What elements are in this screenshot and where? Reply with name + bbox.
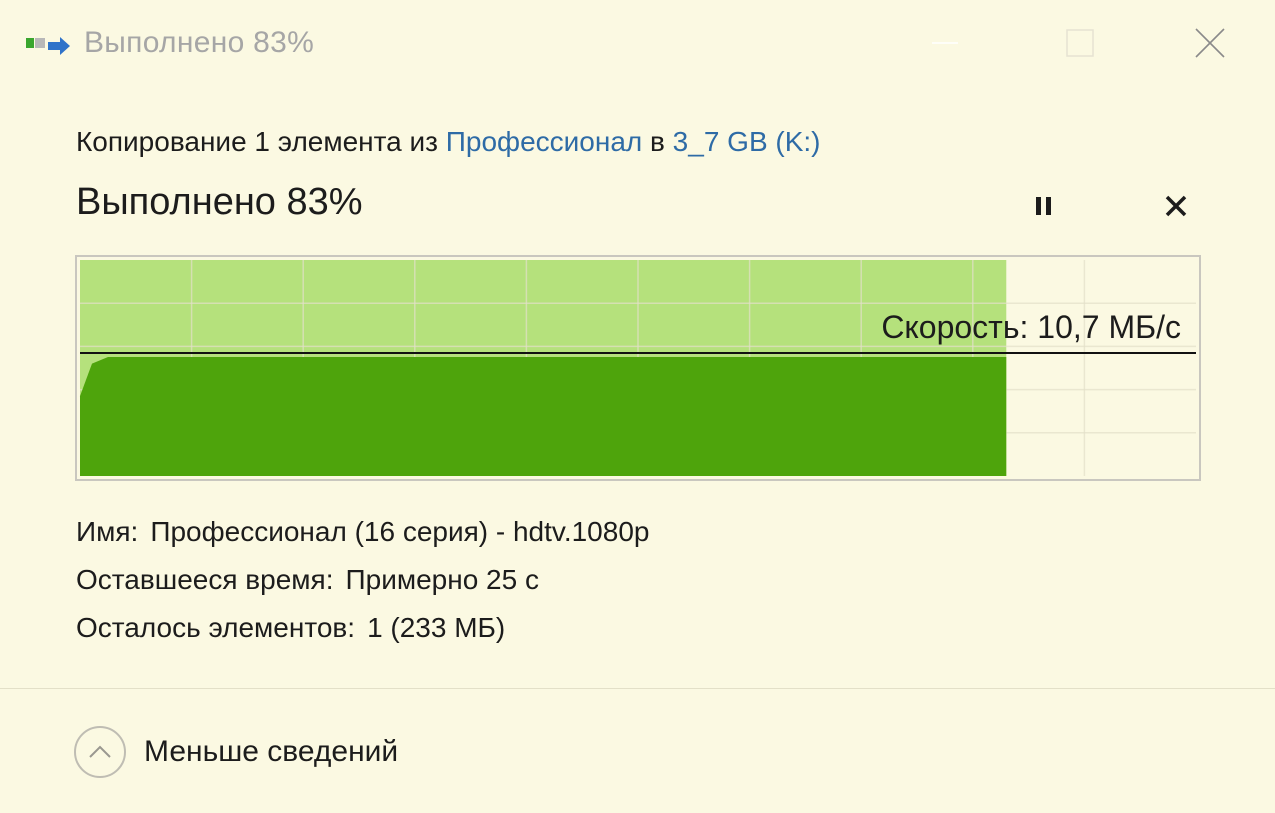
items-remaining-key: Осталось элементов: [76,612,356,643]
maximize-icon [1066,29,1094,57]
destination-drive-link[interactable]: 3_7 GB (K:) [673,126,821,157]
progress-heading: Выполнено 83% [76,181,363,223]
pause-button[interactable] [1020,186,1068,226]
cancel-icon [1165,195,1187,217]
title-bar[interactable]: Выполнено 83% [0,0,1275,90]
copy-middle: в [642,126,673,157]
speed-label: Скорость: 10,7 МБ/с [881,309,1181,345]
footer-divider [0,688,1275,689]
items-remaining-row: Осталось элементов: 1 (233 МБ) [76,612,505,644]
minimize-icon [932,42,958,44]
toggle-circle [74,726,126,778]
time-remaining-value: Примерно 25 с [345,564,539,595]
fewer-details-toggle[interactable]: Меньше сведений [74,722,398,782]
speed-area [80,357,1007,476]
pause-icon [1036,197,1051,215]
speed-graph-canvas [80,260,1196,476]
fewer-details-label: Меньше сведений [144,735,399,768]
maximize-button[interactable] [1035,0,1125,86]
file-name-row: Имя: Профессионал (16 серия) - hdtv.1080p [76,516,649,548]
copy-arrow-icon [26,37,70,55]
cancel-button[interactable] [1152,186,1200,226]
file-name-key: Имя: [76,516,139,547]
copy-progress-window: Выполнено 83% Копирование 1 элемента из … [0,0,1275,813]
items-remaining-value: 1 (233 МБ) [367,612,506,643]
speed-graph: Скорость: 10,7 МБ/с [75,255,1201,481]
close-button[interactable] [1165,0,1255,86]
time-remaining-key: Оставшееся время: [76,564,334,595]
window-title: Выполнено 83% [84,26,315,59]
close-icon [1195,28,1225,58]
chevron-up-icon [89,745,111,758]
file-name-value: Профессионал (16 серия) - hdtv.1080p [150,516,650,547]
copy-description: Копирование 1 элемента из Профессионал в… [76,126,821,158]
time-remaining-row: Оставшееся время: Примерно 25 с [76,564,539,596]
source-folder-link[interactable]: Профессионал [446,126,642,157]
minimize-button[interactable] [900,0,990,86]
copy-prefix: Копирование 1 элемента из [76,126,446,157]
